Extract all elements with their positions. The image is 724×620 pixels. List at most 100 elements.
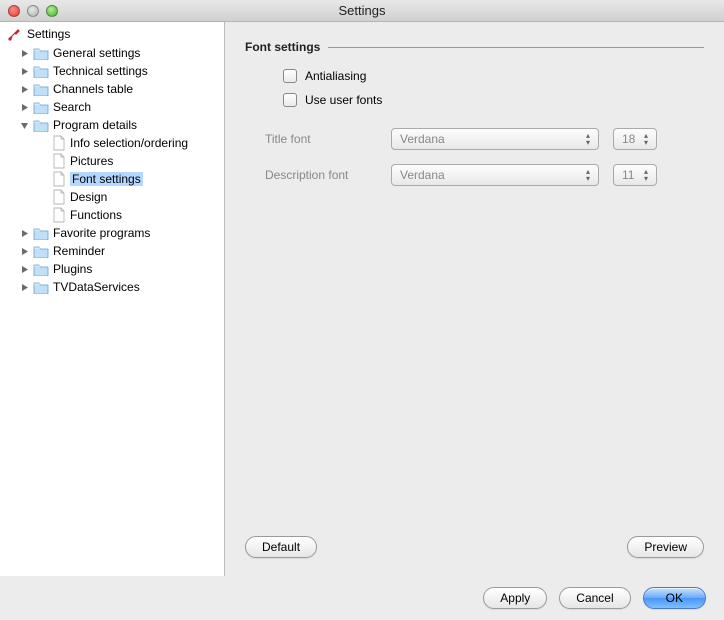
sidebar-item-label: Pictures bbox=[70, 154, 113, 168]
minimize-window-button[interactable] bbox=[27, 5, 39, 17]
title-font-value: Verdana bbox=[400, 132, 445, 146]
sidebar-item-plugins[interactable]: Plugins bbox=[0, 260, 224, 278]
folder-icon bbox=[33, 46, 49, 60]
close-window-button[interactable] bbox=[8, 5, 20, 17]
sidebar-item-label: Reminder bbox=[53, 244, 105, 258]
sidebar-item-program-details[interactable]: Program details bbox=[0, 116, 224, 134]
folder-icon bbox=[33, 100, 49, 114]
sidebar-item-label: TVDataServices bbox=[53, 280, 140, 294]
file-icon bbox=[52, 135, 66, 151]
sidebar-item-search[interactable]: Search bbox=[0, 98, 224, 116]
section-header-label: Font settings bbox=[245, 40, 328, 54]
description-font-value: Verdana bbox=[400, 168, 445, 182]
description-font-size-value: 11 bbox=[622, 168, 634, 182]
sidebar-item-channels-table[interactable]: Channels table bbox=[0, 80, 224, 98]
sidebar-item-info-selection-ordering[interactable]: Info selection/ordering bbox=[0, 134, 224, 152]
apply-button-label: Apply bbox=[500, 591, 530, 605]
folder-icon bbox=[33, 118, 49, 132]
panel-bottom-buttons: Default Preview bbox=[245, 536, 704, 566]
chevron-right-icon[interactable] bbox=[20, 265, 29, 274]
content-area: Settings General settings Technical setti… bbox=[0, 22, 724, 576]
chevron-right-icon[interactable] bbox=[20, 67, 29, 76]
title-font-size-select[interactable]: 18 ▴▾ bbox=[613, 128, 657, 150]
window-title: Settings bbox=[0, 3, 724, 18]
sidebar-item-technical-settings[interactable]: Technical settings bbox=[0, 62, 224, 80]
stepper-icon: ▴▾ bbox=[581, 131, 595, 147]
cancel-button-label: Cancel bbox=[576, 591, 613, 605]
window-controls bbox=[0, 5, 58, 17]
cancel-button[interactable]: Cancel bbox=[559, 587, 630, 609]
sidebar-item-label: Plugins bbox=[53, 262, 92, 276]
stepper-icon: ▴▾ bbox=[639, 131, 653, 147]
sidebar-item-reminder[interactable]: Reminder bbox=[0, 242, 224, 260]
preview-button-label: Preview bbox=[644, 540, 687, 554]
ok-button-label: OK bbox=[666, 591, 683, 605]
use-user-fonts-row: Use user fonts bbox=[283, 90, 704, 110]
main-panel: Font settings Antialiasing Use user font… bbox=[225, 22, 724, 576]
chevron-right-icon[interactable] bbox=[20, 103, 29, 112]
description-font-row: Description font Verdana ▴▾ 11 ▴▾ bbox=[265, 164, 704, 186]
stepper-icon: ▴▾ bbox=[581, 167, 595, 183]
chevron-right-icon[interactable] bbox=[20, 283, 29, 292]
file-icon bbox=[52, 171, 66, 187]
chevron-right-icon[interactable] bbox=[20, 247, 29, 256]
tree-root[interactable]: Settings bbox=[0, 24, 224, 44]
antialiasing-label: Antialiasing bbox=[305, 69, 366, 83]
sidebar: Settings General settings Technical setti… bbox=[0, 22, 225, 576]
sidebar-item-general-settings[interactable]: General settings bbox=[0, 44, 224, 62]
sidebar-item-pictures[interactable]: Pictures bbox=[0, 152, 224, 170]
description-font-select[interactable]: Verdana ▴▾ bbox=[391, 164, 599, 186]
section-header-divider bbox=[328, 47, 704, 48]
sidebar-item-label: Search bbox=[53, 100, 91, 114]
chevron-down-icon[interactable] bbox=[20, 121, 29, 130]
chevron-right-icon[interactable] bbox=[20, 229, 29, 238]
title-font-row: Title font Verdana ▴▾ 18 ▴▾ bbox=[265, 128, 704, 150]
sidebar-item-label: Technical settings bbox=[53, 64, 148, 78]
sidebar-item-label: Functions bbox=[70, 208, 122, 222]
sidebar-item-label: Program details bbox=[53, 118, 137, 132]
file-icon bbox=[52, 153, 66, 169]
stepper-icon: ▴▾ bbox=[639, 167, 653, 183]
sidebar-item-label: General settings bbox=[53, 46, 140, 60]
sidebar-item-favorite-programs[interactable]: Favorite programs bbox=[0, 224, 224, 242]
ok-button[interactable]: OK bbox=[643, 587, 706, 609]
default-button[interactable]: Default bbox=[245, 536, 317, 558]
default-button-label: Default bbox=[262, 540, 300, 554]
file-icon bbox=[52, 189, 66, 205]
section-header: Font settings bbox=[245, 40, 704, 54]
use-user-fonts-label: Use user fonts bbox=[305, 93, 382, 107]
sidebar-item-label: Design bbox=[70, 190, 107, 204]
title-font-label: Title font bbox=[265, 132, 377, 146]
sidebar-item-design[interactable]: Design bbox=[0, 188, 224, 206]
settings-icon bbox=[6, 26, 22, 42]
sidebar-item-label: Info selection/ordering bbox=[70, 136, 188, 150]
folder-icon bbox=[33, 64, 49, 78]
sidebar-item-label: Favorite programs bbox=[53, 226, 150, 240]
chevron-right-icon[interactable] bbox=[20, 49, 29, 58]
sidebar-item-tvdataservices[interactable]: TVDataServices bbox=[0, 278, 224, 296]
tree-root-label: Settings bbox=[27, 27, 70, 41]
folder-icon bbox=[33, 82, 49, 96]
use-user-fonts-checkbox[interactable] bbox=[283, 93, 297, 107]
folder-icon bbox=[33, 262, 49, 276]
titlebar: Settings bbox=[0, 0, 724, 22]
description-font-size-select[interactable]: 11 ▴▾ bbox=[613, 164, 657, 186]
dialog-buttons: Apply Cancel OK bbox=[0, 576, 724, 620]
sidebar-item-font-settings[interactable]: Font settings bbox=[0, 170, 224, 188]
antialiasing-row: Antialiasing bbox=[283, 66, 704, 86]
preview-button[interactable]: Preview bbox=[627, 536, 704, 558]
sidebar-item-label: Channels table bbox=[53, 82, 133, 96]
title-font-select[interactable]: Verdana ▴▾ bbox=[391, 128, 599, 150]
description-font-label: Description font bbox=[265, 168, 377, 182]
chevron-right-icon[interactable] bbox=[20, 85, 29, 94]
zoom-window-button[interactable] bbox=[46, 5, 58, 17]
file-icon bbox=[52, 207, 66, 223]
folder-icon bbox=[33, 226, 49, 240]
sidebar-item-label: Font settings bbox=[70, 172, 143, 186]
apply-button[interactable]: Apply bbox=[483, 587, 547, 609]
antialiasing-checkbox[interactable] bbox=[283, 69, 297, 83]
folder-icon bbox=[33, 244, 49, 258]
folder-icon bbox=[33, 280, 49, 294]
title-font-size-value: 18 bbox=[622, 132, 635, 146]
sidebar-item-functions[interactable]: Functions bbox=[0, 206, 224, 224]
